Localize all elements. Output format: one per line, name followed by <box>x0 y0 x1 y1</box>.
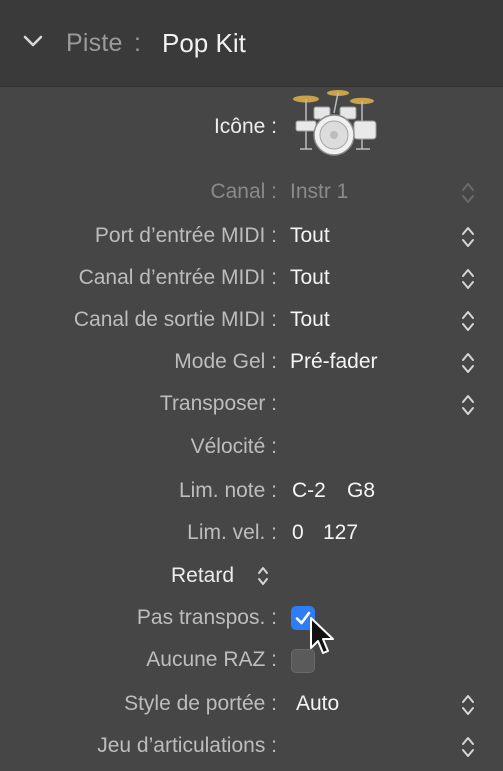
header-separator: : <box>134 29 141 57</box>
lim-note-high[interactable]: G8 <box>347 479 375 503</box>
mode-gel-label: Mode Gel : <box>174 350 277 373</box>
style-portee-stepper-icon[interactable] <box>458 691 478 719</box>
lim-vel-high[interactable]: 127 <box>323 521 358 545</box>
row-canal-entree-midi[interactable]: Canal d’entrée MIDI : Tout <box>0 257 503 299</box>
retard-stepper-icon[interactable] <box>255 564 271 588</box>
canal-sortie-value[interactable]: Tout <box>290 308 330 332</box>
inspector-header[interactable]: Piste : Pop Kit <box>0 0 503 87</box>
transposer-label: Transposer : <box>159 392 277 415</box>
row-velocite[interactable]: Vélocité : <box>0 425 503 467</box>
transposer-stepper-icon[interactable] <box>458 391 478 419</box>
mouse-pointer-icon <box>310 617 334 654</box>
row-transposer[interactable]: Transposer : <box>0 383 503 425</box>
track-name[interactable]: Pop Kit <box>162 28 246 59</box>
lim-note-low[interactable]: C-2 <box>292 479 326 503</box>
mode-gel-value[interactable]: Pré-fader <box>290 350 378 374</box>
row-port-entree-midi[interactable]: Port d’entrée MIDI : Tout <box>0 215 503 257</box>
row-lim-vel[interactable]: Lim. vel. : 0 127 <box>0 509 503 551</box>
row-aucune-raz[interactable]: Aucune RAZ : <box>0 635 503 677</box>
canal-label: Canal : <box>210 180 277 203</box>
lim-vel-low[interactable]: 0 <box>292 521 304 545</box>
canal-entree-label: Canal d’entrée MIDI : <box>78 266 277 289</box>
aucune-raz-label: Aucune RAZ : <box>146 648 277 671</box>
lim-note-label: Lim. note : <box>178 479 277 502</box>
header-label: Piste <box>66 29 123 57</box>
row-jeu-articulations[interactable]: Jeu d’articulations : <box>0 719 503 761</box>
velocite-label: Vélocité : <box>190 435 277 458</box>
canal-stepper-icon[interactable] <box>458 179 478 207</box>
inspector-body: Icône : Canal: Instr 1 Port d’entrée MI… <box>0 87 503 771</box>
pas-transpos-label: Pas transpos. : <box>136 606 277 629</box>
jeu-articulations-stepper-icon[interactable] <box>458 733 478 761</box>
row-mode-gel[interactable]: Mode Gel : Pré-fader <box>0 341 503 383</box>
jeu-articulations-label: Jeu d’articulations : <box>97 734 277 757</box>
row-pas-transpos[interactable]: Pas transpos. : <box>0 593 503 635</box>
row-canal-sortie-midi[interactable]: Canal de sortie MIDI : Tout <box>0 299 503 341</box>
canal-value: Instr 1 <box>290 180 349 203</box>
mode-gel-stepper-icon[interactable] <box>458 349 478 377</box>
drum-kit-icon[interactable] <box>290 87 380 159</box>
style-portee-value[interactable]: Auto <box>296 692 339 716</box>
row-retard[interactable]: Retard <box>0 551 503 593</box>
row-lim-note[interactable]: Lim. note : C-2 G8 <box>0 467 503 509</box>
row-icone: Icône : <box>0 87 503 173</box>
canal-sortie-stepper-icon[interactable] <box>458 307 478 335</box>
style-portee-label: Style de portée : <box>124 692 277 715</box>
port-entree-label: Port d’entrée MIDI : <box>94 224 277 247</box>
icone-label: Icône : <box>213 115 277 138</box>
canal-sortie-label: Canal de sortie MIDI : <box>73 308 277 331</box>
chevron-down-icon[interactable] <box>22 30 44 52</box>
row-canal[interactable]: Canal : Instr 1 <box>0 173 503 215</box>
port-entree-value[interactable]: Tout <box>290 224 330 248</box>
canal-entree-stepper-icon[interactable] <box>458 265 478 293</box>
retard-label[interactable]: Retard <box>171 564 234 588</box>
track-inspector-panel: Piste : Pop Kit Icône : Canal: Instr 1 … <box>0 0 503 771</box>
lim-vel-label: Lim. vel. : <box>187 521 277 544</box>
canal-entree-value[interactable]: Tout <box>290 266 330 290</box>
port-entree-stepper-icon[interactable] <box>458 223 478 251</box>
row-style-portee[interactable]: Style de portée : Auto <box>0 677 503 719</box>
